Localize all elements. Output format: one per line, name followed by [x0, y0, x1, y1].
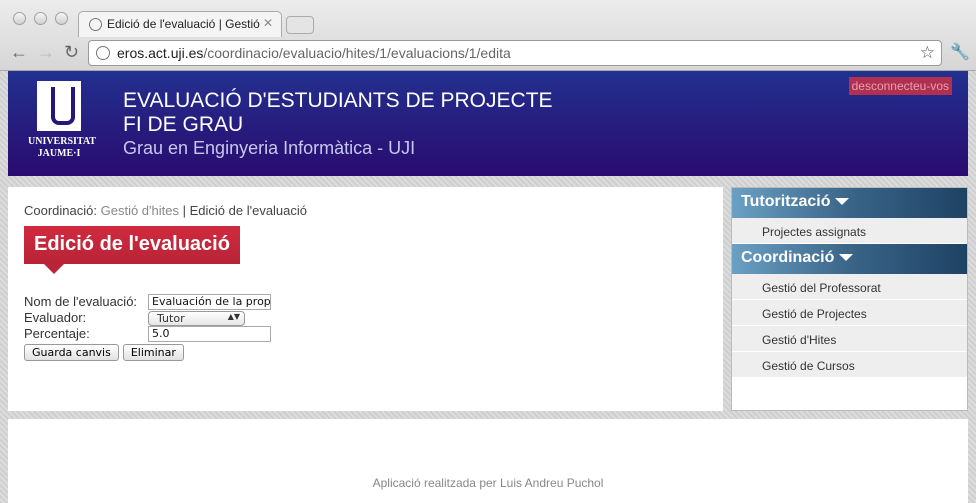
- delete-button[interactable]: Eliminar: [122, 344, 184, 361]
- back-icon[interactable]: ←: [10, 42, 28, 63]
- sidebar-item-projectes-assignats[interactable]: Projectes assignats: [732, 218, 967, 244]
- page: UNIVERSITAT JAUME·I EVALUACIÓ D'ESTUDIANT…: [0, 71, 976, 503]
- reload-icon[interactable]: ↻: [64, 42, 79, 63]
- new-tab-button[interactable]: [286, 16, 314, 34]
- sidebar-section-tutoritzacio[interactable]: Tutorització: [732, 188, 967, 218]
- wrench-icon[interactable]: 🔧: [950, 42, 970, 62]
- caret-down-icon: [839, 254, 854, 262]
- browser-chrome: Edició de l'evaluació | Gestió ✕ ← → ↻ e…: [0, 0, 976, 71]
- browser-tab[interactable]: Edició de l'evaluació | Gestió ✕: [78, 11, 282, 37]
- forward-icon[interactable]: →: [37, 42, 55, 63]
- page-title: Edició de l'evaluació: [24, 226, 240, 274]
- percent-label: Percentaje:: [24, 326, 90, 341]
- breadcrumb-link[interactable]: Gestió d'hites: [101, 203, 179, 218]
- close-tab-icon[interactable]: ✕: [263, 16, 273, 30]
- evaluator-label: Evaluador:: [24, 310, 87, 325]
- globe-icon: [89, 18, 102, 31]
- tab-title: Edició de l'evaluació | Gestió: [107, 17, 260, 31]
- caret-down-icon: [835, 198, 850, 206]
- sidebar-item-cursos[interactable]: Gestió de Cursos: [732, 352, 967, 378]
- url-path: /coordinacio/evaluacio/hites/1/evaluacio…: [203, 45, 511, 61]
- evaluation-form: Nom de l'evaluació: Evaluación de la prop…: [24, 294, 284, 361]
- window-controls: [13, 12, 68, 25]
- globe-icon: [96, 46, 110, 60]
- sidebar-item-professorat[interactable]: Gestió del Professorat: [732, 274, 967, 300]
- site-title: EVALUACIÓ D'ESTUDIANTS DE PROJECTE FI DE …: [123, 89, 553, 136]
- breadcrumb-current: Edició de l'evaluació: [189, 203, 308, 218]
- site-subtitle: Grau en Enginyeria Informàtica - UJI: [123, 138, 416, 158]
- footer: Aplicació realitzada per Luis Andreu Puc…: [8, 419, 968, 503]
- logout-link[interactable]: desconnecteu-vos: [848, 77, 952, 95]
- save-button[interactable]: Guarda canvis: [24, 344, 119, 361]
- name-input[interactable]: Evaluación de la propuesta: [148, 294, 271, 310]
- select-arrows-icon: ▲▼: [227, 312, 240, 321]
- breadcrumb: Coordinació: Gestió d'hites | Edició de …: [24, 203, 308, 218]
- sidebar: Tutorització Projectes assignats Coordin…: [731, 187, 968, 411]
- sidebar-item-hites[interactable]: Gestió d'Hites: [732, 326, 967, 352]
- close-window-button[interactable]: [13, 12, 26, 25]
- evaluator-select[interactable]: Tutor ▲▼: [148, 311, 245, 326]
- sidebar-item-projectes[interactable]: Gestió de Projectes: [732, 300, 967, 326]
- sidebar-section-coordinacio[interactable]: Coordinació: [732, 244, 967, 274]
- url-domain: eros.act.uji.es: [117, 45, 204, 61]
- percent-input[interactable]: 5.0: [148, 326, 271, 342]
- bookmark-star-icon[interactable]: ☆: [920, 43, 935, 63]
- name-label: Nom de l'evaluació:: [24, 294, 138, 309]
- main-content: Coordinació: Gestió d'hites | Edició de …: [8, 187, 723, 411]
- site-header: UNIVERSITAT JAUME·I EVALUACIÓ D'ESTUDIANT…: [8, 71, 968, 176]
- zoom-window-button[interactable]: [55, 12, 68, 25]
- address-bar[interactable]: eros.act.uji.es/coordinacio/evaluacio/hi…: [88, 40, 942, 66]
- university-logo: UNIVERSITAT JAUME·I: [28, 81, 96, 160]
- footer-credit: Aplicació realitzada per Luis Andreu Puc…: [372, 476, 604, 490]
- minimize-window-button[interactable]: [34, 12, 47, 25]
